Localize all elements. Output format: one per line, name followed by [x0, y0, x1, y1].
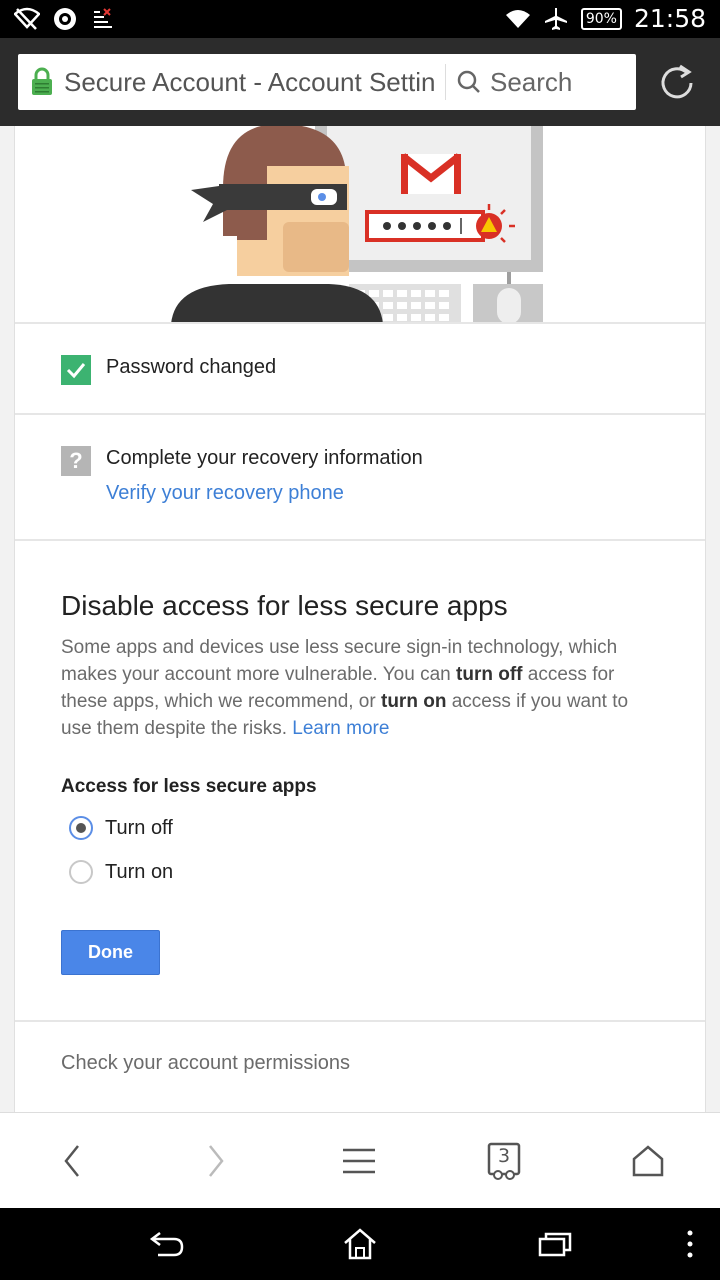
hacker-illustration: [171, 126, 543, 324]
back-arrow-icon[interactable]: [50, 1139, 94, 1183]
radio-turn-off[interactable]: Turn off: [69, 816, 173, 840]
wifi-icon: [505, 5, 531, 33]
tab-count: 3: [497, 1145, 511, 1167]
password-changed-status: Password changed: [106, 356, 277, 378]
url-bar[interactable]: Secure Account - Account Settin Search: [18, 54, 636, 110]
divider: [15, 322, 705, 324]
page-title-url[interactable]: Secure Account - Account Settin: [64, 67, 439, 98]
system-nav-bar: [0, 1208, 720, 1280]
home-icon[interactable]: [626, 1139, 670, 1183]
divider: [15, 1020, 705, 1022]
signal-x-icon: [90, 5, 116, 33]
recovery-info-title: Complete your recovery information: [106, 447, 423, 469]
search-icon[interactable]: [456, 69, 482, 95]
radio-turn-on[interactable]: Turn on: [69, 860, 173, 884]
reload-icon[interactable]: [656, 62, 698, 104]
check-permissions-link[interactable]: Check your account permissions: [61, 1052, 350, 1075]
lock-icon: [30, 67, 54, 97]
question-icon: ?: [61, 446, 91, 476]
checkmark-icon: [61, 355, 91, 385]
divider: [15, 413, 705, 415]
browser-bottom-bar: 3: [0, 1112, 720, 1208]
browser-toolbar: Secure Account - Account Settin Search: [0, 38, 720, 126]
clock: 21:58: [633, 4, 706, 33]
wifi-off-icon: [14, 5, 40, 33]
radio-label: Turn on: [105, 860, 174, 883]
system-home-icon[interactable]: [340, 1226, 380, 1262]
airplane-icon: [543, 5, 569, 33]
section-title: Disable access for less secure apps: [61, 590, 508, 621]
overflow-menu-icon[interactable]: [670, 1226, 710, 1262]
radio-label: Turn off: [105, 816, 173, 839]
done-button[interactable]: Done: [61, 930, 160, 975]
url-separator: [445, 64, 446, 100]
forward-arrow-icon[interactable]: [194, 1139, 238, 1183]
tabs-icon[interactable]: 3: [482, 1139, 526, 1183]
status-bar: 90% 21:58: [0, 0, 720, 38]
app-icon: [52, 5, 78, 33]
learn-more-link[interactable]: Learn more: [292, 718, 389, 739]
access-label: Access for less secure apps: [61, 776, 317, 797]
radio-button[interactable]: [69, 860, 93, 884]
battery-indicator: 90%: [580, 7, 622, 30]
section-description: Some apps and devices use less secure si…: [61, 637, 629, 739]
radio-button-selected[interactable]: [69, 816, 93, 840]
verify-recovery-phone-link[interactable]: Verify your recovery phone: [106, 482, 344, 505]
menu-icon[interactable]: [337, 1139, 381, 1183]
divider: [15, 539, 705, 541]
system-back-icon[interactable]: [146, 1226, 186, 1262]
page-content: Password changed ? Complete your recover…: [14, 126, 706, 1112]
search-field[interactable]: Search: [490, 67, 572, 98]
recent-apps-icon[interactable]: [535, 1226, 575, 1262]
